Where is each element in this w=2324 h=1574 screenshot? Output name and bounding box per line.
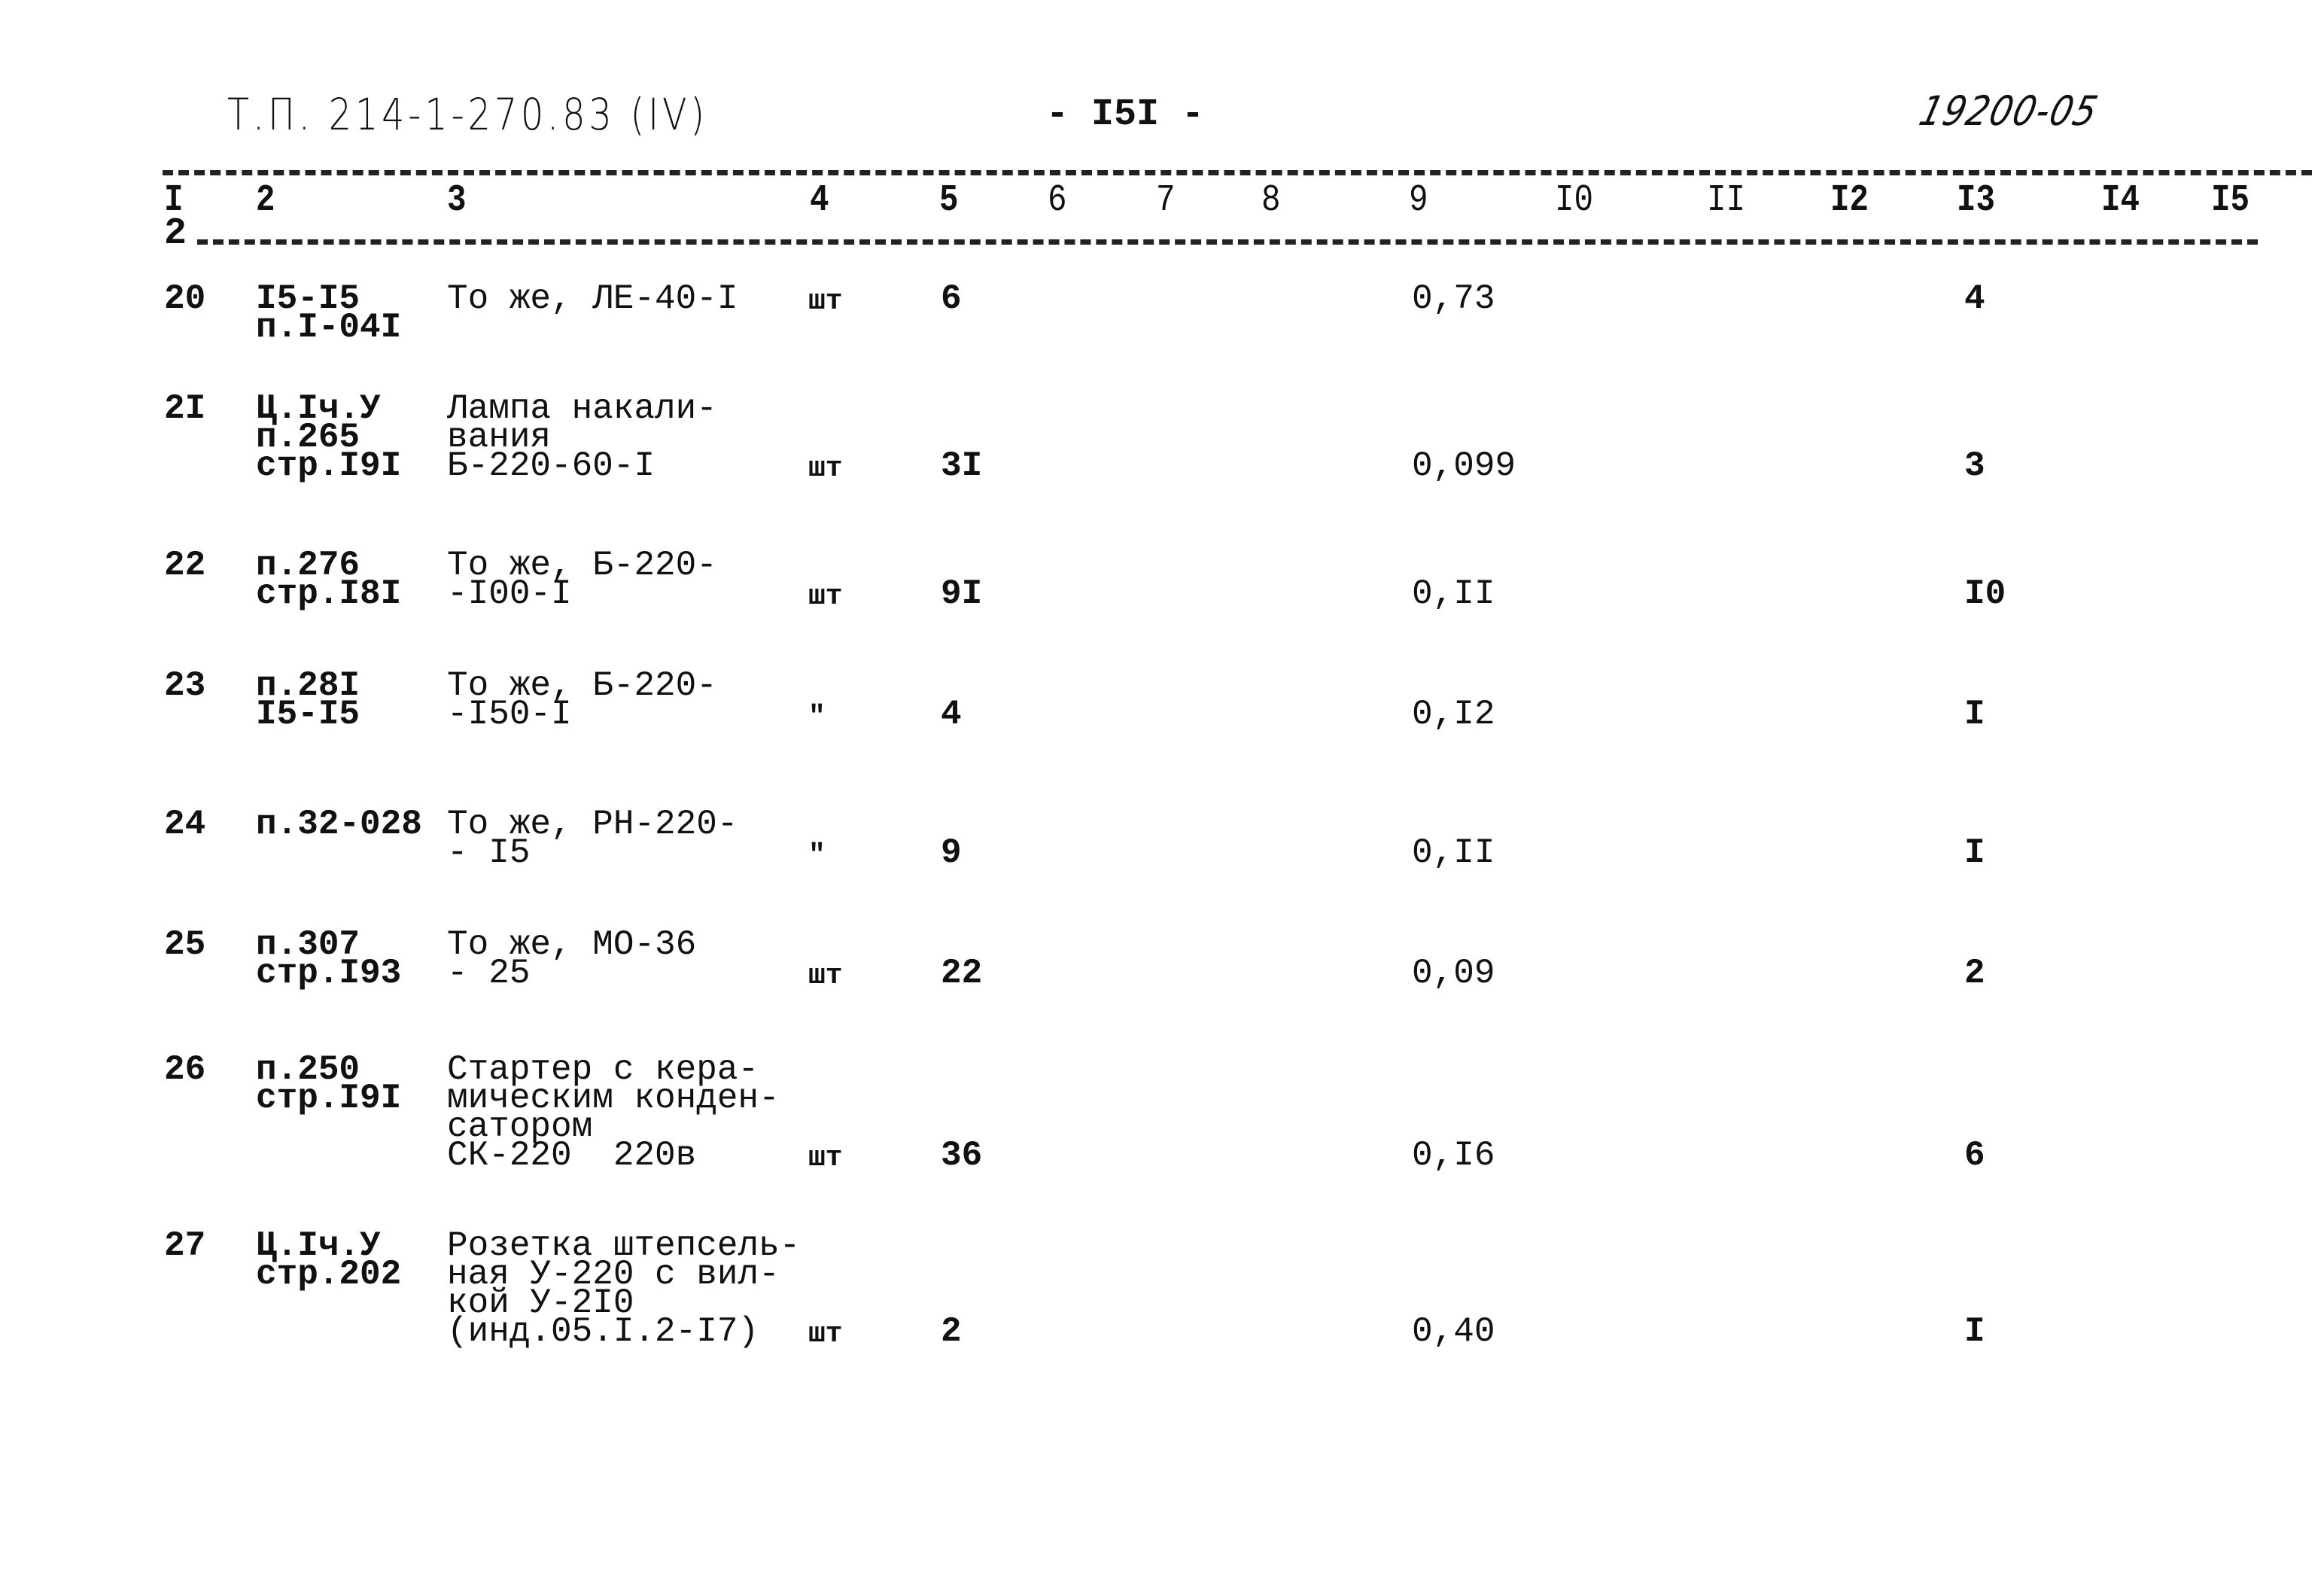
column-number-9: 9 bbox=[1409, 179, 1428, 222]
column-9-value: 0,40 bbox=[1412, 1312, 1495, 1351]
unit: шт bbox=[808, 960, 843, 992]
quantity: 9 bbox=[941, 833, 962, 872]
row-number: 20 bbox=[164, 279, 206, 318]
item-name-line: Б-220-60-I bbox=[447, 446, 656, 486]
reference-line: п.32-028 bbox=[256, 805, 422, 844]
column-number-6: 6 bbox=[1048, 179, 1067, 222]
unit: шт bbox=[808, 452, 843, 485]
column-number-5: 5 bbox=[939, 179, 959, 222]
reference: п.307 стр.I93 bbox=[256, 927, 402, 993]
row-number: 26 bbox=[164, 1050, 206, 1089]
reference: Ц.Iч.У стр.202 bbox=[256, 1228, 402, 1294]
item-name-line: То же, ЛЕ-40-I bbox=[447, 279, 738, 318]
item-name: То же, МО-36- 25 bbox=[447, 927, 696, 991]
column-9-value: 0,I2 bbox=[1412, 695, 1495, 734]
row-number: 27 bbox=[164, 1226, 206, 1265]
archive-code: 19200-05 bbox=[1915, 87, 2103, 135]
item-name: Стартер с кера-мическим конден-сатором СК… bbox=[447, 1052, 780, 1175]
unit: шт bbox=[808, 580, 843, 613]
column-9-value: 0,09 bbox=[1412, 954, 1495, 993]
reference-line: стр.I9I bbox=[256, 1079, 402, 1118]
row-number: 2I bbox=[164, 389, 206, 428]
unit: шт bbox=[808, 1142, 843, 1174]
column-number-10: I0 bbox=[1555, 179, 1594, 222]
column-number-4: 4 bbox=[810, 179, 829, 222]
reference: Ц.Iч.У п.265 стр.I9I bbox=[256, 391, 402, 486]
item-name-line: (инд.05.I.2-I7) bbox=[447, 1312, 759, 1351]
reference-line: стр.I93 bbox=[256, 954, 402, 993]
column-13-value: I bbox=[1964, 695, 1985, 734]
row-number: 23 bbox=[164, 666, 206, 705]
reference: п.32-028 bbox=[256, 805, 422, 844]
item-name: То же, ЛЕ-40-I bbox=[447, 279, 738, 318]
item-name: То же, Б-220- -I50-I bbox=[447, 668, 717, 732]
column-number-12: I2 bbox=[1830, 179, 1869, 222]
reference-line: п.I-04I bbox=[256, 308, 402, 347]
row-number: 22 bbox=[164, 546, 206, 585]
reference-line: I5-I5 bbox=[256, 695, 360, 734]
reference: п.28I I5-I5 bbox=[256, 668, 360, 734]
item-name: Розетка штепсель-ная У-220 с вил-кой У-2… bbox=[447, 1228, 800, 1351]
item-name-line: СК-220 220в bbox=[447, 1136, 697, 1175]
column-13-value: I0 bbox=[1964, 574, 2006, 613]
quantity: 4 bbox=[941, 695, 962, 734]
column-number-8: 8 bbox=[1261, 179, 1281, 222]
unit: шт bbox=[808, 1318, 843, 1350]
header-rule-bottom bbox=[197, 239, 2258, 245]
unit: " bbox=[808, 701, 826, 733]
reference-line: стр.202 bbox=[256, 1255, 402, 1294]
item-name: То же, Б-220- -I00-I bbox=[447, 548, 717, 611]
column-number-11: II bbox=[1707, 179, 1746, 222]
column-9-value: 0,II bbox=[1412, 833, 1495, 872]
reference: п.276 стр.I8I bbox=[256, 548, 402, 613]
column-number-3: 3 bbox=[447, 179, 467, 222]
unit: " bbox=[808, 839, 826, 872]
column-13-value: I bbox=[1964, 1312, 1985, 1351]
unit: шт bbox=[808, 285, 843, 318]
item-name: То же, РН-220- - I5 bbox=[447, 807, 738, 870]
column-13-value: 2 bbox=[1964, 954, 1985, 993]
quantity: 3I bbox=[941, 446, 983, 486]
column-9-value: 0,II bbox=[1412, 574, 1495, 613]
quantity: 2 bbox=[941, 1312, 962, 1351]
column-9-value: 0,I6 bbox=[1412, 1136, 1495, 1175]
column-13-value: 3 bbox=[1964, 446, 1985, 486]
column-13-value: 4 bbox=[1964, 279, 1985, 318]
quantity: 9I bbox=[941, 574, 983, 613]
reference: I5-I5 п.I-04I bbox=[256, 282, 402, 347]
reference-line: стр.I9I bbox=[256, 446, 402, 486]
column-number-13: I3 bbox=[1957, 179, 1996, 222]
document-code: Т.П. 214-1-270.83 (IV) bbox=[227, 89, 708, 140]
column-13-value: 6 bbox=[1964, 1136, 1985, 1175]
row-number: 24 bbox=[164, 805, 206, 844]
column-number-15: I5 bbox=[2211, 179, 2250, 222]
reference-line: стр.I8I bbox=[256, 574, 402, 613]
quantity: 36 bbox=[941, 1136, 983, 1175]
item-name: Лампа накали-вания Б-220-60-I bbox=[447, 391, 717, 486]
column-number-7: 7 bbox=[1156, 179, 1176, 222]
column-13-value: I bbox=[1964, 833, 1985, 872]
reference: п.250 стр.I9I bbox=[256, 1052, 402, 1118]
row-number: 25 bbox=[164, 925, 206, 964]
column-number-14: I4 bbox=[2101, 179, 2140, 222]
quantity: 22 bbox=[941, 954, 983, 993]
column-number-2: 2 bbox=[256, 179, 275, 222]
quantity: 6 bbox=[941, 279, 962, 318]
column-9-value: 0,73 bbox=[1412, 279, 1495, 318]
header-rule-top bbox=[163, 170, 2312, 175]
column-number-1-sub: 2 bbox=[164, 212, 187, 255]
column-9-value: 0,099 bbox=[1412, 446, 1516, 486]
page-number: - I5I - bbox=[1046, 93, 1205, 136]
document-page: Т.П. 214-1-270.83 (IV) - I5I - 19200-05 … bbox=[0, 0, 2324, 1574]
